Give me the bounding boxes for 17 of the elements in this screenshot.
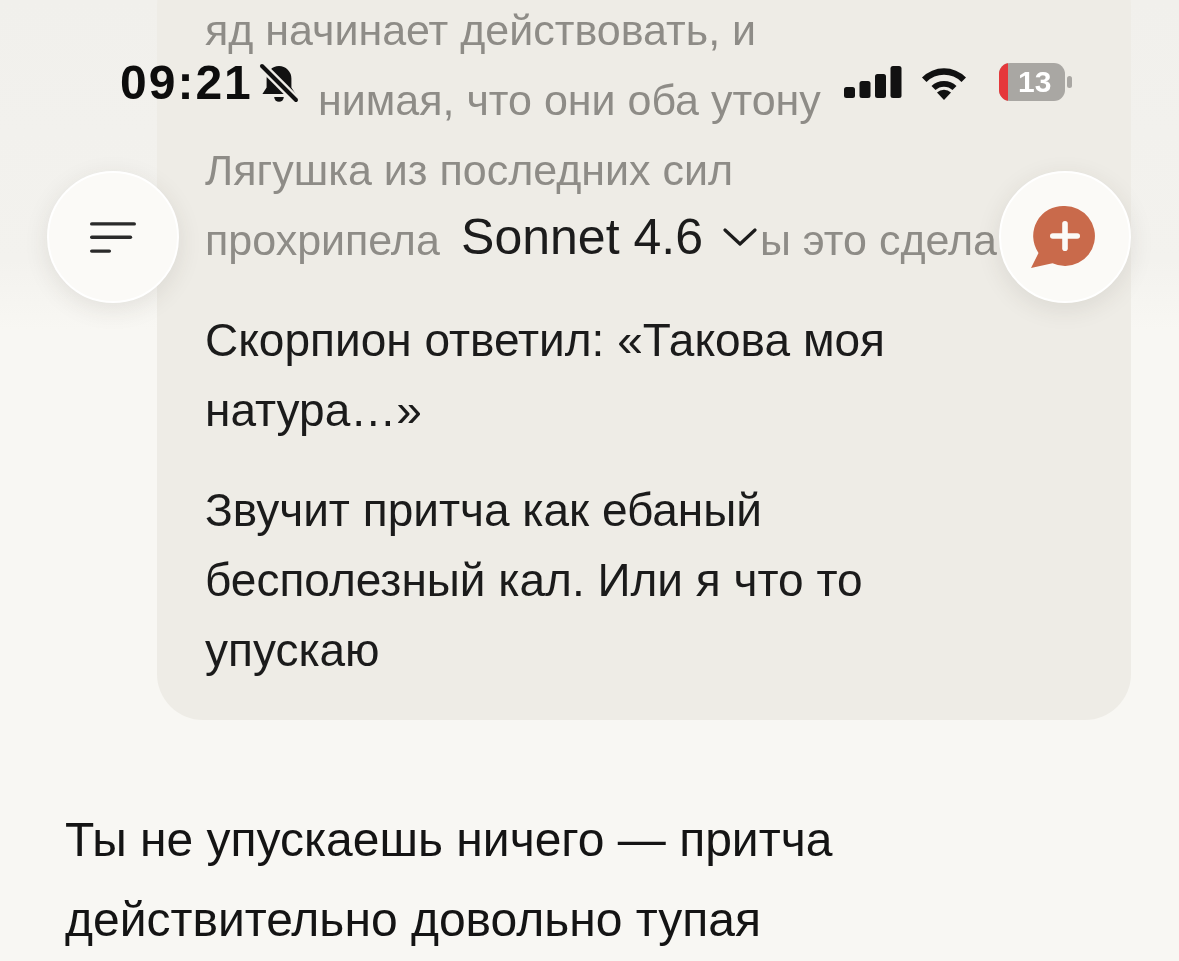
- faded-message-text: прохрипела: [205, 215, 440, 266]
- faded-message-text: нимая, что они оба утону: [318, 75, 821, 126]
- message-text: Скорпион ответил: «Такова моя натура…»: [205, 313, 886, 438]
- status-time: 09:21: [120, 54, 253, 110]
- chevron-down-icon: [722, 228, 757, 246]
- faded-message-text: ы это сдела: [760, 215, 997, 266]
- faded-message-text: яд начинает действовать, и: [205, 5, 757, 56]
- faded-message-text: Лягушка из последних сил: [205, 145, 734, 196]
- response-text: Ты не упускаешь ничего — притча действительно довольно тупая: [65, 812, 834, 948]
- battery-percentage: 13: [1018, 65, 1052, 99]
- signal-icon: [844, 66, 902, 98]
- chat-plus-icon: [1029, 204, 1097, 270]
- battery-icon: [999, 63, 1073, 101]
- menu-icon: [90, 221, 136, 253]
- message-text: Звучит притча как ебаный бесполезный кал. Или я что то упускаю: [205, 483, 864, 678]
- model-selector[interactable]: Sonnet 4.6: [461, 208, 757, 266]
- bell-slash-icon: [258, 63, 299, 105]
